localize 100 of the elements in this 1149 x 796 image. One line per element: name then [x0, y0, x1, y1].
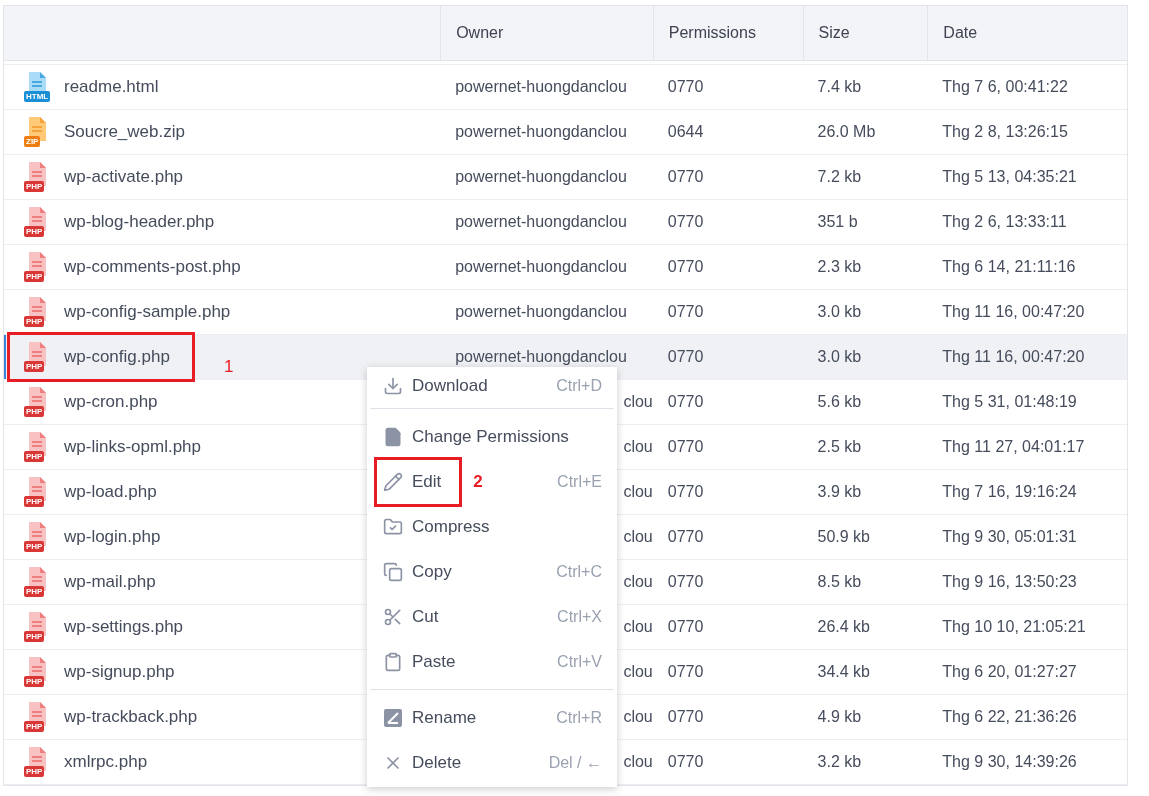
file-name[interactable]: Soucre_web.zip — [64, 119, 185, 145]
file-name[interactable]: wp-cron.php — [64, 389, 158, 415]
file-row[interactable]: PHP wp-config.php 1 powernet-huongdanclou 0770 3.0 kb Thg 11 16, 00:47:20 — [4, 335, 1127, 380]
date-cell-text: Thg 10 10, 21:05:21 — [942, 617, 1086, 637]
permissions-cell-text: 0770 — [667, 437, 704, 457]
size-cell-text: 26.0 Mb — [817, 122, 876, 142]
menu-item[interactable]: Rename Ctrl+R — [367, 695, 617, 740]
file-type-label: PHP — [24, 451, 45, 462]
file-type-label: PHP — [24, 271, 45, 282]
menu-item[interactable]: Cut Ctrl+X — [367, 594, 617, 639]
file-icon — [27, 702, 47, 726]
size-cell-text: 50.9 kb — [817, 527, 870, 547]
size-cell-text: 4.9 kb — [817, 707, 862, 727]
file-row[interactable]: PHP wp-activate.php powernet-huongdanclou 0770 7.2 kb Thg 5 13, 04:35:21 — [4, 155, 1127, 200]
file-name[interactable]: wp-blog-header.php — [64, 209, 215, 235]
owner-cell-text: powernet-huongdanclou — [455, 77, 627, 97]
size-cell-text: 2.5 kb — [817, 437, 862, 457]
shortcut-label: Ctrl+C — [556, 561, 602, 582]
file-name[interactable]: wp-settings.php — [64, 614, 184, 640]
permissions-cell-text: 0770 — [667, 392, 704, 412]
menu-item[interactable]: Paste Ctrl+V — [367, 639, 617, 684]
shortcut-label: Ctrl+X — [557, 606, 602, 627]
file-type-label: PHP — [24, 361, 45, 372]
menu-item-label: Cut — [412, 605, 439, 628]
menu-item-label: Rename — [412, 706, 477, 729]
permissions-cell-text: 0770 — [667, 752, 704, 772]
date-cell-text: Thg 7 16, 19:16:24 — [942, 482, 1077, 502]
size-cell-text: 8.5 kb — [817, 572, 862, 592]
pencil-icon — [383, 471, 403, 492]
file-type-label: PHP — [24, 721, 45, 732]
size-cell-text: 3.0 kb — [817, 302, 862, 322]
permissions-cell-text: 0770 — [667, 257, 704, 277]
date-cell-text: Thg 9 16, 13:50:23 — [942, 572, 1077, 592]
file-type-label: PHP — [24, 496, 45, 507]
menu-item-label: Edit — [412, 470, 442, 493]
owner-cell-text: clou — [623, 482, 653, 502]
date-cell-text: Thg 2 6, 13:33:11 — [942, 212, 1067, 232]
menu-item-label: Paste — [412, 650, 456, 673]
scissors-icon — [383, 606, 403, 627]
menu-item[interactable]: Delete Del / ← — [367, 740, 617, 785]
column-header[interactable]: Permissions — [668, 21, 756, 45]
date-cell-text: Thg 11 27, 04:01:17 — [942, 437, 1085, 457]
menu-item[interactable]: Copy Ctrl+C — [367, 549, 617, 594]
size-cell-text: 3.0 kb — [817, 347, 862, 367]
file-name[interactable]: wp-links-opml.php — [64, 434, 201, 460]
owner-cell-text: clou — [623, 392, 653, 412]
file-row[interactable]: ZIP Soucre_web.zip powernet-huongdanclou 0644 26.0 Mb Thg 2 8, 13:26:15 — [4, 110, 1127, 155]
file-name[interactable]: wp-comments-post.php — [64, 254, 241, 280]
file-icon — [27, 342, 47, 366]
file-name[interactable]: wp-config.php — [64, 344, 170, 370]
file-icon — [27, 522, 47, 546]
file-name[interactable]: readme.html — [64, 74, 159, 100]
owner-cell-text: powernet-huongdanclou — [455, 167, 627, 187]
file-name[interactable]: xmlrpc.php — [64, 749, 148, 775]
file-name[interactable]: wp-mail.php — [64, 569, 156, 595]
size-cell-text: 26.4 kb — [817, 617, 870, 637]
file-icon — [27, 162, 47, 186]
file-icon — [27, 657, 47, 681]
permissions-cell-text: 0644 — [667, 122, 704, 142]
file-icon — [27, 477, 47, 501]
permissions-cell-text: 0770 — [667, 707, 704, 727]
column-header[interactable]: Date — [943, 21, 978, 45]
download-icon — [383, 376, 403, 396]
file-name[interactable]: wp-config-sample.php — [64, 299, 231, 325]
file-row[interactable]: PHP wp-comments-post.php powernet-huongdanclou 0770 2.3 kb Thg 6 14, 21:11:16 — [4, 245, 1127, 290]
annotation-number: 2 — [473, 470, 483, 493]
size-cell-text: 3.9 kb — [817, 482, 862, 502]
date-cell-text: Thg 6 14, 21:11:16 — [942, 257, 1076, 277]
file-name[interactable]: wp-load.php — [64, 479, 157, 505]
file-name[interactable]: wp-activate.php — [64, 164, 184, 190]
file-icon — [27, 432, 47, 456]
shortcut-label: Ctrl+E — [557, 471, 602, 492]
file-icon — [27, 567, 47, 591]
date-cell-text: Thg 7 6, 00:41:22 — [942, 77, 1068, 97]
size-cell-text: 2.3 kb — [817, 257, 862, 277]
file-icon — [27, 387, 47, 411]
file-icon — [27, 612, 47, 636]
menu-item[interactable]: Edit 2 Ctrl+E — [367, 459, 617, 504]
file-icon — [27, 207, 47, 231]
file-row[interactable]: HTML readme.html powernet-huongdanclou 0770 7.4 kb Thg 7 6, 00:41:22 — [4, 65, 1127, 110]
owner-cell-text: powernet-huongdanclou — [455, 122, 627, 142]
rename-icon — [383, 707, 403, 728]
file-name[interactable]: wp-trackback.php — [64, 704, 198, 730]
file-row[interactable]: PHP wp-blog-header.php powernet-huongdanclou 0770 351 b Thg 2 6, 13:33:11 — [4, 200, 1127, 245]
size-cell-text: 5.6 kb — [817, 392, 862, 412]
size-cell-text: 3.2 kb — [817, 752, 862, 772]
column-header[interactable]: Size — [818, 21, 850, 45]
file-type-label: HTML — [24, 91, 51, 102]
file-name[interactable]: wp-login.php — [64, 524, 161, 550]
owner-cell-text: powernet-huongdanclou — [455, 302, 627, 322]
size-cell-text: 7.4 kb — [817, 77, 862, 97]
folder-check-icon — [383, 516, 403, 537]
owner-cell-text: powernet-huongdanclou — [455, 347, 627, 367]
date-cell-text: Thg 5 13, 04:35:21 — [942, 167, 1077, 187]
menu-item[interactable]: Compress — [367, 504, 617, 549]
file-type-label: PHP — [24, 676, 45, 687]
menu-item[interactable]: Change Permissions — [367, 414, 617, 459]
file-name[interactable]: wp-signup.php — [64, 659, 175, 685]
column-header[interactable]: Owner — [456, 21, 504, 45]
menu-item-label: Delete — [412, 751, 462, 774]
